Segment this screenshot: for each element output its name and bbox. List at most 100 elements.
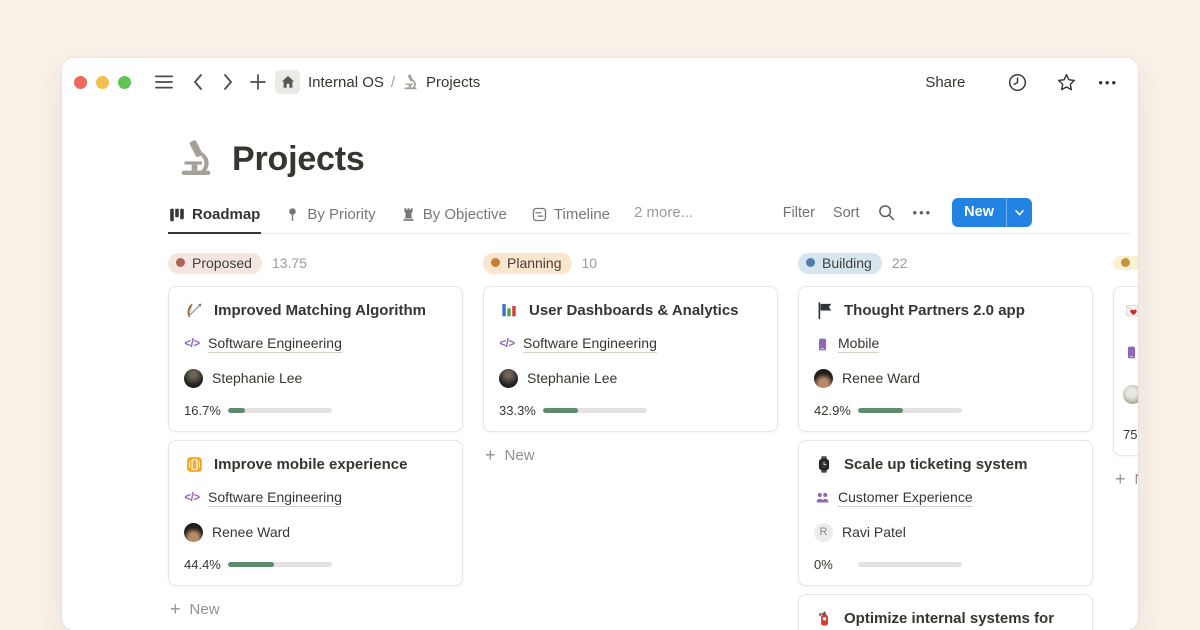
window-top-bar: Internal OS / Projects Share ••• [62,58,1138,106]
status-dot [1121,258,1130,267]
people-icon [814,491,830,505]
column-count: 22 [892,255,908,271]
progress: 0% [814,557,1077,572]
avatar [814,369,833,388]
watch-icon [814,454,834,474]
add-card-button[interactable]: + New [1113,470,1138,488]
favorite-star-icon[interactable] [1053,69,1079,95]
assignee: Renee Ward [184,523,447,542]
project-card[interactable]: Improve mobile experience </> Software E… [168,440,463,586]
column-building: Building 22 Thought Partners 2.0 app [798,251,1093,630]
assignee [1123,385,1138,404]
assignee: Renee Ward [814,369,1077,388]
sort-button[interactable]: Sort [833,205,860,221]
column-count: 10 [582,255,598,271]
tabs-overflow[interactable]: 2 more... [634,204,693,234]
home-icon[interactable] [275,70,300,94]
notion-window: Internal OS / Projects Share ••• Project… [62,58,1138,630]
column-proposed: Proposed 13.75 Improved Matching Algorit… [168,251,463,630]
breadcrumb-page[interactable]: Projects [426,74,480,91]
zoom-window-button[interactable] [118,76,131,89]
status-pill[interactable]: Building [798,253,882,274]
sidebar-toggle-icon[interactable] [151,69,177,95]
share-button[interactable]: Share [925,74,965,91]
status-dot [491,258,500,267]
tab-by-objective[interactable]: By Objective [400,198,508,234]
progress: 33.3% [499,403,762,418]
assignee: Stephanie Lee [184,369,447,388]
kanban-board: Proposed 13.75 Improved Matching Algorit… [168,251,1138,630]
view-options-icon[interactable]: ••• [913,205,933,220]
project-card[interactable]: Scale up ticketing system Customer Exper… [798,440,1093,586]
tab-roadmap[interactable]: Roadmap [168,198,261,234]
vibration-phone-icon [184,454,204,474]
status-pill[interactable]: Planning [483,253,572,274]
black-flag-icon [814,300,834,320]
breadcrumb-workspace[interactable]: Internal OS [308,74,384,91]
tab-timeline[interactable]: Timeline [531,198,611,234]
tab-by-priority[interactable]: By Priority [284,198,376,234]
code-icon: </> [184,492,200,504]
progress: 44.4% [184,557,447,572]
project-card[interactable]: Optimize internal systems for [798,594,1093,630]
avatar [184,369,203,388]
add-card-button[interactable]: + New [483,446,778,464]
chevron-down-icon[interactable] [1007,198,1032,227]
minimize-window-button[interactable] [96,76,109,89]
assignee: Stephanie Lee [499,369,762,388]
mobile-icon [814,337,830,352]
more-options-icon[interactable]: ••• [1098,75,1118,90]
pin-icon [285,207,300,222]
add-card-button[interactable]: + New [168,600,463,618]
new-page-icon[interactable] [245,69,271,95]
page-header: Projects [176,132,1138,186]
status-pill[interactable]: Proposed [168,253,262,274]
avatar [184,523,203,542]
relation-tag[interactable]: Mobile [838,335,879,353]
bow-and-arrow-icon [184,300,204,320]
updates-clock-icon[interactable] [1004,69,1030,95]
relation-tag[interactable]: Software Engineering [523,335,657,353]
relation-tag[interactable]: Customer Experience [838,489,973,507]
view-tab-bar: Roadmap By Priority By Objective [168,198,1032,234]
board-view-icon [169,207,185,223]
avatar-initial: R [814,523,833,542]
plus-icon: + [485,446,496,464]
topbar-actions: Share ••• [925,69,1118,95]
status-dot [176,258,185,267]
search-icon[interactable] [878,204,895,221]
project-card[interactable]: User Dashboards & Analytics </> Software… [483,286,778,432]
nav-back-icon[interactable] [185,69,211,95]
relation-tag[interactable]: Software Engineering [208,335,342,353]
column-count: 13.75 [272,255,307,271]
microscope-icon [402,74,419,91]
progress: 16.7% [184,403,447,418]
breadcrumb-separator: / [391,74,395,91]
status-dot [806,258,815,267]
timeline-icon [532,207,547,222]
window-controls [74,76,131,89]
bar-chart-icon [499,300,519,320]
fire-extinguisher-icon [814,608,834,628]
project-card[interactable]: Thought Partners 2.0 app Mobile Renee Wa… [798,286,1093,432]
page-microscope-icon[interactable] [176,139,216,179]
code-icon: </> [184,338,200,350]
assignee: R Ravi Patel [814,523,1077,542]
code-icon: </> [499,338,515,350]
avatar [1123,385,1138,404]
project-card[interactable]: Improved Matching Algorithm </> Software… [168,286,463,432]
nav-forward-icon[interactable] [215,69,241,95]
column-planning: Planning 10 User Dashboards & Analytics … [483,251,778,630]
relation-tag[interactable]: Software Engineering [208,489,342,507]
filter-button[interactable]: Filter [783,205,815,221]
column-clipped: Mobile 75% + New [1113,251,1138,630]
progress: 75% [1123,427,1138,442]
rook-icon [401,207,416,222]
avatar [499,369,518,388]
page-title[interactable]: Projects [232,140,365,179]
status-pill[interactable] [1113,256,1138,270]
close-window-button[interactable] [74,76,87,89]
project-card[interactable]: Mobile 75% [1113,286,1138,456]
new-button[interactable]: New [952,198,1032,227]
plus-icon: + [170,600,181,618]
